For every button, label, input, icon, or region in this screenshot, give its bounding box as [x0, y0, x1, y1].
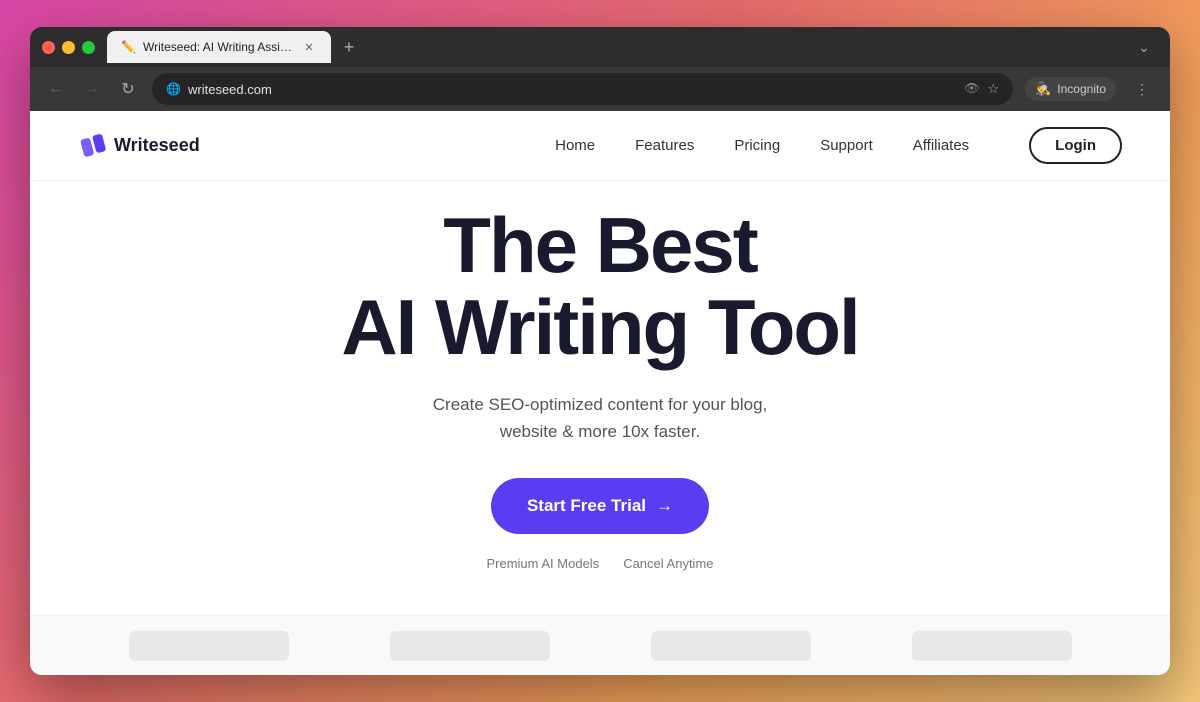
teaser-item-3: [651, 631, 811, 661]
url-bar-container: ← → ↻ 🌐 writeseed.com 👁 ☆ 🕵️ Incognito ⋮: [30, 67, 1170, 111]
back-button[interactable]: ←: [44, 77, 68, 101]
hero-badge-2: Cancel Anytime: [623, 556, 713, 571]
nav-affiliates[interactable]: Affiliates: [913, 137, 969, 154]
star-icon[interactable]: ☆: [987, 81, 999, 97]
hero-subtitle: Create SEO-optimized content for your bl…: [433, 391, 768, 445]
hero-badges: Premium AI Models Cancel Anytime: [486, 556, 713, 571]
hero-title-line1: The Best: [443, 201, 756, 289]
logo[interactable]: Writeseed: [78, 132, 200, 160]
browser-window: ✏️ Writeseed: AI Writing Assista... ✕ + …: [30, 27, 1170, 675]
logo-text: Writeseed: [114, 135, 200, 156]
incognito-icon: 🕵️: [1035, 81, 1051, 97]
hero-title-line2: AI Writing Tool: [341, 283, 858, 371]
incognito-label: Incognito: [1057, 82, 1106, 96]
traffic-lights: [42, 41, 95, 54]
chrome-right-controls: ⌄: [1130, 33, 1158, 61]
url-bar[interactable]: 🌐 writeseed.com 👁 ☆: [152, 73, 1013, 105]
bottom-teaser: [30, 615, 1170, 675]
traffic-light-yellow[interactable]: [62, 41, 75, 54]
chrome-menu-button[interactable]: ⌄: [1130, 33, 1158, 61]
hero-title: The Best AI Writing Tool: [341, 205, 858, 369]
url-security-icon: 🌐: [166, 82, 180, 96]
url-right-icons: 👁 ☆: [964, 81, 999, 97]
chrome-kebab-menu[interactable]: ⋮: [1128, 75, 1156, 103]
traffic-light-green[interactable]: [82, 41, 95, 54]
teaser-item-2: [390, 631, 550, 661]
website-content: Writeseed Home Features Pricing Support …: [30, 111, 1170, 675]
teaser-item-1: [129, 631, 289, 661]
login-button[interactable]: Login: [1029, 127, 1122, 164]
hero-section: The Best AI Writing Tool Create SEO-opti…: [30, 181, 1170, 615]
forward-button[interactable]: →: [80, 77, 104, 101]
navbar: Writeseed Home Features Pricing Support …: [30, 111, 1170, 181]
logo-icon: [78, 132, 106, 160]
url-text: writeseed.com: [188, 82, 272, 97]
nav-pricing[interactable]: Pricing: [734, 137, 780, 154]
new-tab-button[interactable]: +: [335, 33, 363, 61]
hero-subtitle-line1: Create SEO-optimized content for your bl…: [433, 395, 768, 414]
cta-arrow-icon: →: [656, 496, 673, 516]
tab-bar: ✏️ Writeseed: AI Writing Assista... ✕ +: [107, 31, 619, 63]
cta-button[interactable]: Start Free Trial →: [491, 478, 709, 534]
nav-links: Home Features Pricing Support Affiliates: [555, 137, 969, 154]
traffic-light-red[interactable]: [42, 41, 55, 54]
tab-title: Writeseed: AI Writing Assista...: [143, 40, 293, 54]
hero-subtitle-line2: website & more 10x faster.: [500, 422, 700, 441]
cta-label: Start Free Trial: [527, 496, 646, 516]
incognito-indicator: 🕵️ Incognito: [1025, 77, 1116, 101]
chrome-bar: ✏️ Writeseed: AI Writing Assista... ✕ + …: [30, 27, 1170, 67]
eye-slash-icon: 👁: [964, 81, 979, 97]
nav-home[interactable]: Home: [555, 137, 595, 154]
tab-favicon: ✏️: [121, 40, 135, 54]
hero-badge-1: Premium AI Models: [486, 556, 599, 571]
active-tab[interactable]: ✏️ Writeseed: AI Writing Assista... ✕: [107, 31, 331, 63]
refresh-button[interactable]: ↻: [116, 77, 140, 101]
nav-features[interactable]: Features: [635, 137, 694, 154]
teaser-item-4: [912, 631, 1072, 661]
tab-close-button[interactable]: ✕: [301, 39, 317, 55]
nav-support[interactable]: Support: [820, 137, 873, 154]
